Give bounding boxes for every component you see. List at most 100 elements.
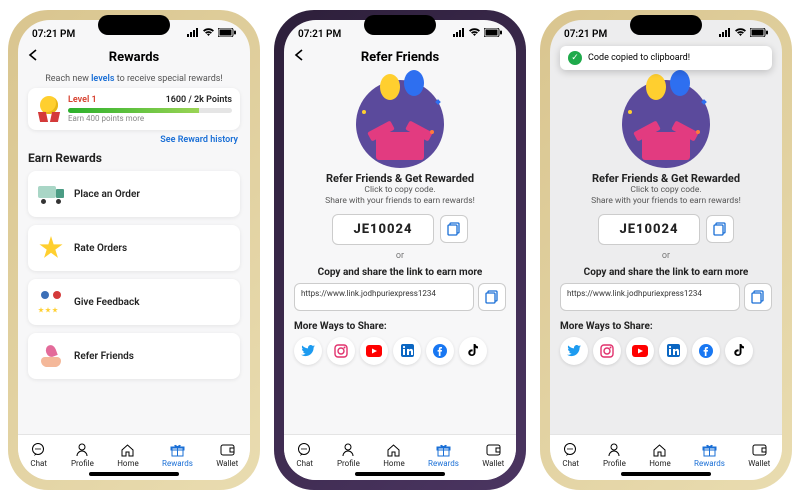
- notch: [630, 15, 702, 35]
- facebook-icon[interactable]: [426, 337, 454, 365]
- toast-text: Code copied to clipboard!: [588, 53, 690, 63]
- points-text: 1600 / 2k Points: [166, 95, 232, 105]
- status-time: 07:21 PM: [298, 29, 341, 40]
- header: Rewards: [18, 44, 250, 70]
- refer-heading: Refer Friends & Get Rewarded: [560, 172, 772, 185]
- star-icon: [38, 235, 64, 261]
- signal-icon: [719, 28, 731, 40]
- reward-history-link[interactable]: See Reward history: [30, 135, 238, 145]
- phone-refer-toast: 07:21 PM ✓ Code copied to clipboard! Ref…: [540, 10, 792, 490]
- share-link-heading: Copy and share the link to earn more: [560, 267, 772, 278]
- tab-chat[interactable]: Chat: [296, 442, 314, 468]
- or-divider: or: [560, 251, 772, 261]
- gift-icon: [168, 442, 186, 458]
- tab-wallet[interactable]: Wallet: [482, 442, 504, 468]
- home-indicator: [89, 472, 179, 476]
- tab-rewards[interactable]: Rewards: [162, 442, 193, 468]
- chat-icon: [562, 442, 580, 458]
- status-time: 07:21 PM: [564, 29, 607, 40]
- earn-card-give-feedback[interactable]: Give Feedback: [28, 279, 240, 325]
- tab-chat[interactable]: Chat: [562, 442, 580, 468]
- wallet-icon: [218, 442, 236, 458]
- home-icon: [385, 442, 403, 458]
- signal-icon: [187, 28, 199, 40]
- status-time: 07:21 PM: [32, 29, 75, 40]
- refer-illustration: [356, 80, 444, 168]
- tab-rewards[interactable]: Rewards: [428, 442, 459, 468]
- profile-icon: [605, 442, 623, 458]
- copy-code-button[interactable]: [440, 215, 468, 243]
- tab-chat[interactable]: Chat: [30, 442, 48, 468]
- earn-card-rate-orders[interactable]: Rate Orders: [28, 225, 240, 271]
- tiktok-icon[interactable]: [459, 337, 487, 365]
- back-button[interactable]: [294, 49, 303, 65]
- chat-icon: [296, 442, 314, 458]
- instagram-icon[interactable]: [593, 337, 621, 365]
- tab-profile[interactable]: Profile: [337, 442, 360, 468]
- signal-icon: [453, 28, 465, 40]
- refer-subtext: Click to copy code.Share with your frien…: [294, 185, 506, 208]
- notch: [364, 15, 436, 35]
- battery-icon: [218, 28, 236, 40]
- level-card[interactable]: Level 1 1600 / 2k Points Earn 400 points …: [28, 88, 240, 130]
- referral-url-field[interactable]: https://www.link.jodhpuriexpress1234: [294, 283, 474, 311]
- referral-code[interactable]: JE10024: [598, 214, 699, 245]
- truck-icon: [38, 181, 64, 207]
- copy-url-button[interactable]: [744, 283, 772, 311]
- refer-illustration: [622, 80, 710, 168]
- home-indicator: [621, 472, 711, 476]
- refer-subtext: Click to copy code.Share with your frien…: [560, 185, 772, 208]
- tab-home[interactable]: Home: [117, 442, 139, 468]
- improve-hint: Earn 400 points more: [68, 114, 232, 123]
- progress-bar: [68, 108, 232, 113]
- toast-copied: ✓ Code copied to clipboard!: [560, 46, 772, 70]
- copy-code-button[interactable]: [706, 215, 734, 243]
- feedback-icon: [38, 289, 64, 315]
- phone-refer: 07:21 PM Refer Friends Refer Friends & G…: [274, 10, 526, 490]
- earn-heading: Earn Rewards: [28, 151, 240, 165]
- tab-profile[interactable]: Profile: [603, 442, 626, 468]
- wifi-icon: [202, 28, 215, 40]
- share-link-heading: Copy and share the link to earn more: [294, 267, 506, 278]
- notch: [98, 15, 170, 35]
- wifi-icon: [734, 28, 747, 40]
- linkedin-icon[interactable]: [659, 337, 687, 365]
- earn-card-place-order[interactable]: Place an Order: [28, 171, 240, 217]
- tab-profile[interactable]: Profile: [71, 442, 94, 468]
- tab-home[interactable]: Home: [649, 442, 671, 468]
- back-button[interactable]: [28, 49, 37, 65]
- copy-url-button[interactable]: [478, 283, 506, 311]
- tiktok-icon[interactable]: [725, 337, 753, 365]
- instagram-icon[interactable]: [327, 337, 355, 365]
- header: Refer Friends: [284, 44, 516, 70]
- referral-url-field[interactable]: https://www.link.jodhpuriexpress1234: [560, 283, 740, 311]
- earn-card-refer-friends[interactable]: Refer Friends: [28, 333, 240, 379]
- tab-wallet[interactable]: Wallet: [216, 442, 238, 468]
- facebook-icon[interactable]: [692, 337, 720, 365]
- youtube-icon[interactable]: [626, 337, 654, 365]
- wifi-icon: [468, 28, 481, 40]
- medal-icon: [36, 96, 62, 122]
- twitter-icon[interactable]: [560, 337, 588, 365]
- page-title: Refer Friends: [361, 50, 439, 65]
- wallet-icon: [484, 442, 502, 458]
- tab-rewards[interactable]: Rewards: [694, 442, 725, 468]
- level-name: Level 1: [68, 95, 97, 105]
- chat-icon: [30, 442, 48, 458]
- gift-icon: [434, 442, 452, 458]
- youtube-icon[interactable]: [360, 337, 388, 365]
- check-icon: ✓: [568, 51, 582, 65]
- home-icon: [651, 442, 669, 458]
- more-ways-heading: More Ways to Share:: [294, 321, 506, 332]
- profile-icon: [73, 442, 91, 458]
- linkedin-icon[interactable]: [393, 337, 421, 365]
- refer-heading: Refer Friends & Get Rewarded: [294, 172, 506, 185]
- referral-code[interactable]: JE10024: [332, 214, 433, 245]
- tab-wallet[interactable]: Wallet: [748, 442, 770, 468]
- tab-home[interactable]: Home: [383, 442, 405, 468]
- home-icon: [119, 442, 137, 458]
- home-indicator: [355, 472, 445, 476]
- twitter-icon[interactable]: [294, 337, 322, 365]
- battery-icon: [750, 28, 768, 40]
- wallet-icon: [750, 442, 768, 458]
